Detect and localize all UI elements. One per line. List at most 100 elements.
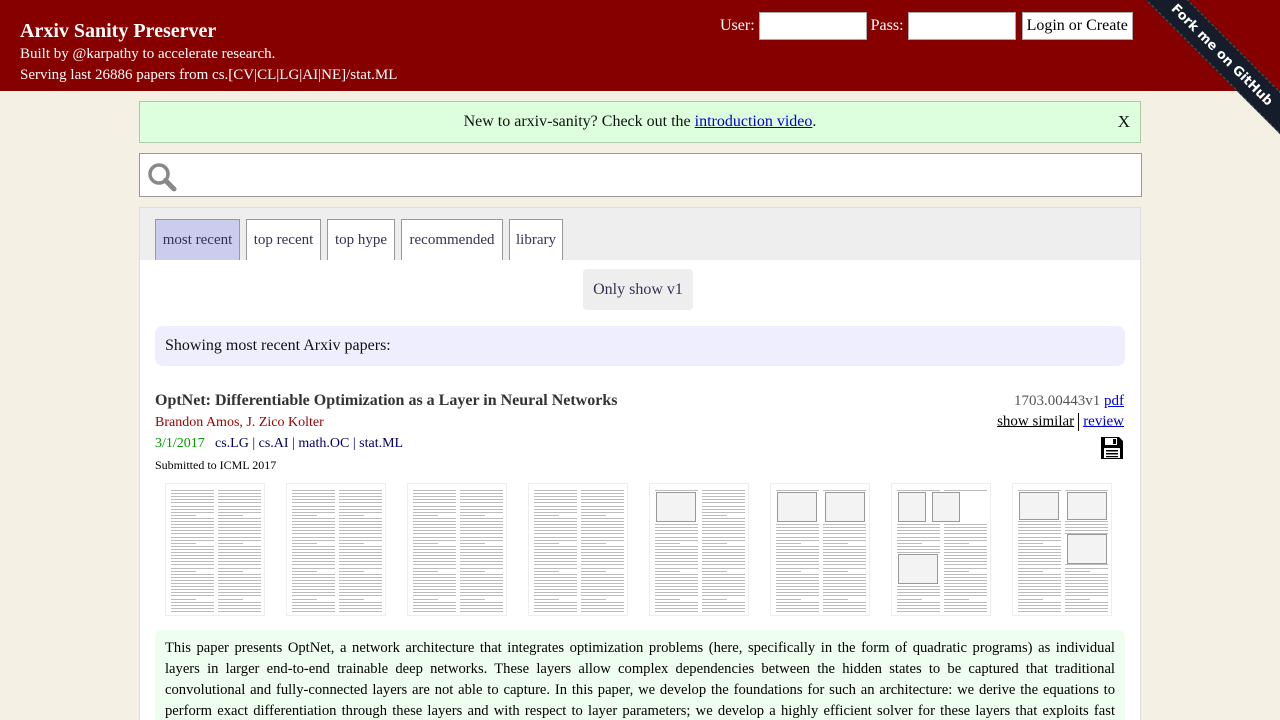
- floppy-disk-icon[interactable]: [1100, 436, 1124, 460]
- thumbnail-text-line: [655, 567, 698, 569]
- author-link[interactable]: J. Zico Kolter: [246, 415, 323, 430]
- search-input[interactable]: [184, 156, 1134, 194]
- intro-video-link[interactable]: introduction video: [695, 113, 813, 130]
- thumbnail-text-line: [581, 586, 624, 588]
- thumbnail-text-line: [1018, 570, 1043, 572]
- tab-most-recent[interactable]: most recent: [155, 219, 240, 260]
- password-input[interactable]: [907, 12, 1016, 40]
- tab-top-hype[interactable]: top hype: [327, 219, 395, 260]
- thumbnail-text-line: [897, 539, 940, 541]
- site-title[interactable]: Arxiv Sanity Preserver: [20, 20, 216, 43]
- thumbnail-text-line: [776, 545, 819, 547]
- thumbnail-text-line: [655, 490, 698, 491]
- thumbnail-text-line: [292, 595, 335, 597]
- tab-top-recent[interactable]: top recent: [246, 219, 321, 260]
- paper-page-thumbnail[interactable]: [528, 483, 628, 616]
- login-button[interactable]: Login or Create: [1021, 12, 1133, 40]
- thumbnail-text-line: [339, 490, 382, 491]
- username-input[interactable]: [758, 12, 867, 40]
- category-link[interactable]: math.OC: [298, 436, 349, 451]
- paper-page-thumbnail[interactable]: [649, 483, 749, 616]
- fork-on-github-link[interactable]: Fork me on GitHub: [1145, 0, 1280, 135]
- paper-page-thumbnail[interactable]: [1012, 483, 1112, 616]
- author-link[interactable]: Brandon Amos: [155, 415, 239, 430]
- thumbnail-text-line: [944, 576, 987, 578]
- thumbnail-text-line: [655, 530, 698, 532]
- thumbnail-text-line: [171, 533, 214, 535]
- thumbnail-text-line: [413, 555, 456, 557]
- paper-page-thumbnail[interactable]: [770, 483, 870, 616]
- paper-title[interactable]: OptNet: Differentiable Optimization as a…: [155, 392, 617, 410]
- thumbnail-text-line: [1018, 539, 1061, 541]
- thumbnail-text-line: [944, 570, 969, 572]
- review-link[interactable]: review: [1083, 413, 1124, 429]
- thumbnail-text-line: [944, 592, 987, 594]
- thumbnail-text-line: [339, 567, 382, 569]
- thumbnail-text-line: [171, 511, 214, 513]
- thumbnail-text-line: [460, 514, 485, 516]
- thumbnail-text-line: [218, 508, 261, 510]
- thumbnail-text-line: [702, 521, 745, 522]
- category-link[interactable]: cs.LG: [215, 436, 249, 451]
- paper-page-thumbnail[interactable]: [407, 483, 507, 616]
- thumbnail-text-line: [413, 502, 456, 504]
- search-icon[interactable]: [147, 162, 177, 192]
- thumbnail-text-line: [534, 561, 577, 563]
- thumbnail-text-line: [823, 524, 866, 526]
- pdf-link[interactable]: pdf: [1104, 393, 1124, 409]
- thumbnail-text-line: [292, 570, 317, 572]
- thumbnail-text-line: [702, 601, 745, 603]
- show-similar-link[interactable]: show similar: [997, 413, 1074, 429]
- thumbnail-text-line: [534, 576, 577, 578]
- thumbnail-text-line: [655, 561, 698, 563]
- thumbnail-text-line: [534, 496, 577, 498]
- thumbnail-text-line: [534, 511, 577, 513]
- thumbnail-text-line: [339, 505, 382, 507]
- paper-thumbnails[interactable]: [165, 483, 1115, 616]
- tab-library[interactable]: library: [509, 219, 563, 260]
- thumbnail-text-line: [1065, 583, 1108, 584]
- thumbnail-text-line: [460, 579, 503, 581]
- thumbnail-text-line: [339, 576, 382, 578]
- thumbnail-text-line: [171, 514, 196, 516]
- thumbnail-text-line: [702, 511, 745, 513]
- notice-close-button[interactable]: X: [1118, 102, 1130, 142]
- thumbnail-text-line: [339, 558, 382, 560]
- thumbnail-text-line: [171, 583, 214, 584]
- site-subtitle: Built by @karpathy to accelerate researc…: [20, 46, 276, 62]
- paper-page-thumbnail[interactable]: [165, 483, 265, 616]
- thumbnail-text-line: [1065, 604, 1108, 606]
- thumbnail-text-line: [218, 548, 261, 550]
- thumbnail-text-line: [776, 567, 819, 569]
- thumbnail-text-line: [218, 558, 261, 560]
- thumbnail-text-line: [702, 576, 745, 578]
- notice-period: .: [812, 113, 817, 130]
- thumbnail-text-line: [655, 601, 698, 603]
- thumbnail-text-line: [581, 607, 624, 609]
- thumbnail-text-line: [823, 586, 866, 588]
- paper-page-thumbnail[interactable]: [891, 483, 991, 616]
- thumbnail-text-line: [534, 567, 577, 569]
- thumbnail-text-line: [1018, 610, 1061, 612]
- thumbnail-text-line: [534, 607, 577, 609]
- thumbnail-text-line: [1065, 521, 1108, 522]
- thumbnail-text-line: [776, 490, 819, 491]
- only-show-v1-button[interactable]: Only show v1: [583, 269, 693, 310]
- tab-recommended[interactable]: recommended: [401, 219, 503, 260]
- thumbnail-text-line: [534, 555, 577, 557]
- thumbnail-text-line: [655, 533, 698, 535]
- thumbnail-text-line: [339, 586, 382, 588]
- category-link[interactable]: stat.ML: [359, 436, 403, 451]
- thumbnail-text-line: [171, 595, 214, 597]
- thumbnail-text-line: [171, 604, 214, 606]
- thumbnail-text-line: [339, 555, 382, 557]
- thumbnail-text-line: [776, 527, 819, 529]
- thumbnail-text-line: [534, 530, 577, 532]
- thumbnail-text-line: [413, 589, 456, 591]
- thumbnail-text-line: [339, 533, 382, 535]
- category-link[interactable]: cs.AI: [259, 436, 289, 451]
- thumbnail-text-line: [897, 592, 940, 594]
- thumbnail-text-line: [534, 586, 577, 588]
- thumbnail-text-line: [702, 502, 745, 504]
- paper-page-thumbnail[interactable]: [286, 483, 386, 616]
